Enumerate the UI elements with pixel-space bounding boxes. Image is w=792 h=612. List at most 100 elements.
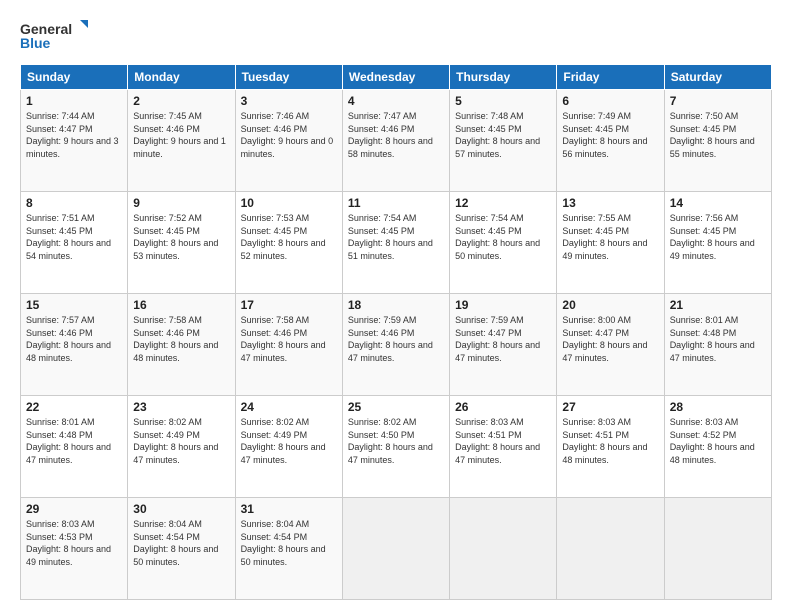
day-number: 8	[26, 196, 122, 210]
cell-info: Sunrise: 7:54 AMSunset: 4:45 PMDaylight:…	[348, 213, 433, 261]
header: General Blue	[20, 18, 772, 54]
cell-info: Sunrise: 7:58 AMSunset: 4:46 PMDaylight:…	[133, 315, 218, 363]
week-row-2: 8 Sunrise: 7:51 AMSunset: 4:45 PMDaylight…	[21, 192, 772, 294]
calendar-cell: 10 Sunrise: 7:53 AMSunset: 4:45 PMDayligh…	[235, 192, 342, 294]
calendar-cell: 22 Sunrise: 8:01 AMSunset: 4:48 PMDayligh…	[21, 396, 128, 498]
weekday-thursday: Thursday	[450, 65, 557, 90]
day-number: 15	[26, 298, 122, 312]
cell-info: Sunrise: 8:03 AMSunset: 4:51 PMDaylight:…	[455, 417, 540, 465]
calendar-cell: 14 Sunrise: 7:56 AMSunset: 4:45 PMDayligh…	[664, 192, 771, 294]
day-number: 18	[348, 298, 444, 312]
weekday-saturday: Saturday	[664, 65, 771, 90]
weekday-header-row: SundayMondayTuesdayWednesdayThursdayFrid…	[21, 65, 772, 90]
weekday-friday: Friday	[557, 65, 664, 90]
day-number: 24	[241, 400, 337, 414]
day-number: 23	[133, 400, 229, 414]
day-number: 25	[348, 400, 444, 414]
calendar-cell: 6 Sunrise: 7:49 AMSunset: 4:45 PMDaylight…	[557, 90, 664, 192]
calendar-cell: 28Sunrise: 8:03 AMSunset: 4:52 PMDayligh…	[664, 396, 771, 498]
cell-info: Sunrise: 8:04 AMSunset: 4:54 PMDaylight:…	[241, 519, 326, 567]
calendar-cell: 4Sunrise: 7:47 AMSunset: 4:46 PMDaylight…	[342, 90, 449, 192]
calendar-cell: 8 Sunrise: 7:51 AMSunset: 4:45 PMDaylight…	[21, 192, 128, 294]
cell-info: Sunrise: 7:55 AMSunset: 4:45 PMDaylight:…	[562, 213, 647, 261]
cell-info: Sunrise: 7:45 AMSunset: 4:46 PMDaylight:…	[133, 111, 226, 159]
calendar-cell: 5 Sunrise: 7:48 AMSunset: 4:45 PMDaylight…	[450, 90, 557, 192]
weekday-monday: Monday	[128, 65, 235, 90]
calendar-cell	[342, 498, 449, 600]
calendar-cell: 19Sunrise: 7:59 AMSunset: 4:47 PMDayligh…	[450, 294, 557, 396]
day-number: 20	[562, 298, 658, 312]
week-row-5: 29 Sunrise: 8:03 AMSunset: 4:53 PMDayligh…	[21, 498, 772, 600]
calendar-cell: 29 Sunrise: 8:03 AMSunset: 4:53 PMDayligh…	[21, 498, 128, 600]
calendar-cell	[664, 498, 771, 600]
cell-info: Sunrise: 7:50 AMSunset: 4:45 PMDaylight:…	[670, 111, 755, 159]
day-number: 9	[133, 196, 229, 210]
week-row-4: 22 Sunrise: 8:01 AMSunset: 4:48 PMDayligh…	[21, 396, 772, 498]
cell-info: Sunrise: 7:47 AMSunset: 4:46 PMDaylight:…	[348, 111, 433, 159]
day-number: 26	[455, 400, 551, 414]
logo: General Blue	[20, 18, 90, 54]
calendar-cell: 27Sunrise: 8:03 AMSunset: 4:51 PMDayligh…	[557, 396, 664, 498]
weekday-wednesday: Wednesday	[342, 65, 449, 90]
calendar-cell: 30 Sunrise: 8:04 AMSunset: 4:54 PMDayligh…	[128, 498, 235, 600]
cell-info: Sunrise: 7:54 AMSunset: 4:45 PMDaylight:…	[455, 213, 540, 261]
calendar-cell: 20 Sunrise: 8:00 AMSunset: 4:47 PMDayligh…	[557, 294, 664, 396]
cell-info: Sunrise: 8:00 AMSunset: 4:47 PMDaylight:…	[562, 315, 647, 363]
day-number: 3	[241, 94, 337, 108]
calendar-cell	[557, 498, 664, 600]
cell-info: Sunrise: 7:46 AMSunset: 4:46 PMDaylight:…	[241, 111, 334, 159]
day-number: 29	[26, 502, 122, 516]
day-number: 12	[455, 196, 551, 210]
cell-info: Sunrise: 7:57 AMSunset: 4:46 PMDaylight:…	[26, 315, 111, 363]
day-number: 1	[26, 94, 122, 108]
calendar-cell: 23 Sunrise: 8:02 AMSunset: 4:49 PMDayligh…	[128, 396, 235, 498]
calendar-cell: 15 Sunrise: 7:57 AMSunset: 4:46 PMDayligh…	[21, 294, 128, 396]
cell-info: Sunrise: 8:01 AMSunset: 4:48 PMDaylight:…	[26, 417, 111, 465]
day-number: 14	[670, 196, 766, 210]
page: General Blue SundayMondayTuesdayWednesda…	[0, 0, 792, 612]
day-number: 6	[562, 94, 658, 108]
calendar-cell: 7 Sunrise: 7:50 AMSunset: 4:45 PMDaylight…	[664, 90, 771, 192]
cell-info: Sunrise: 8:02 AMSunset: 4:50 PMDaylight:…	[348, 417, 433, 465]
day-number: 22	[26, 400, 122, 414]
cell-info: Sunrise: 7:44 AMSunset: 4:47 PMDaylight:…	[26, 111, 119, 159]
weekday-sunday: Sunday	[21, 65, 128, 90]
cell-info: Sunrise: 8:04 AMSunset: 4:54 PMDaylight:…	[133, 519, 218, 567]
week-row-3: 15 Sunrise: 7:57 AMSunset: 4:46 PMDayligh…	[21, 294, 772, 396]
calendar-cell	[450, 498, 557, 600]
day-number: 30	[133, 502, 229, 516]
day-number: 16	[133, 298, 229, 312]
day-number: 10	[241, 196, 337, 210]
svg-text:Blue: Blue	[20, 35, 51, 51]
cell-info: Sunrise: 8:03 AMSunset: 4:52 PMDaylight:…	[670, 417, 755, 465]
day-number: 13	[562, 196, 658, 210]
calendar-cell: 3 Sunrise: 7:46 AMSunset: 4:46 PMDaylight…	[235, 90, 342, 192]
day-number: 7	[670, 94, 766, 108]
day-number: 31	[241, 502, 337, 516]
calendar-cell: 24 Sunrise: 8:02 AMSunset: 4:49 PMDayligh…	[235, 396, 342, 498]
calendar-cell: 2 Sunrise: 7:45 AMSunset: 4:46 PMDaylight…	[128, 90, 235, 192]
cell-info: Sunrise: 7:49 AMSunset: 4:45 PMDaylight:…	[562, 111, 647, 159]
cell-info: Sunrise: 7:58 AMSunset: 4:46 PMDaylight:…	[241, 315, 326, 363]
day-number: 11	[348, 196, 444, 210]
calendar-cell: 9Sunrise: 7:52 AMSunset: 4:45 PMDaylight…	[128, 192, 235, 294]
calendar-cell: 12 Sunrise: 7:54 AMSunset: 4:45 PMDayligh…	[450, 192, 557, 294]
cell-info: Sunrise: 8:02 AMSunset: 4:49 PMDaylight:…	[241, 417, 326, 465]
calendar-cell: 26 Sunrise: 8:03 AMSunset: 4:51 PMDayligh…	[450, 396, 557, 498]
day-number: 17	[241, 298, 337, 312]
calendar-table: SundayMondayTuesdayWednesdayThursdayFrid…	[20, 64, 772, 600]
cell-info: Sunrise: 7:56 AMSunset: 4:45 PMDaylight:…	[670, 213, 755, 261]
cell-info: Sunrise: 8:01 AMSunset: 4:48 PMDaylight:…	[670, 315, 755, 363]
cell-info: Sunrise: 7:48 AMSunset: 4:45 PMDaylight:…	[455, 111, 540, 159]
cell-info: Sunrise: 8:03 AMSunset: 4:53 PMDaylight:…	[26, 519, 111, 567]
cell-info: Sunrise: 7:51 AMSunset: 4:45 PMDaylight:…	[26, 213, 111, 261]
logo-svg: General Blue	[20, 18, 90, 54]
calendar-cell: 25 Sunrise: 8:02 AMSunset: 4:50 PMDayligh…	[342, 396, 449, 498]
day-number: 2	[133, 94, 229, 108]
cell-info: Sunrise: 7:53 AMSunset: 4:45 PMDaylight:…	[241, 213, 326, 261]
calendar-cell: 21Sunrise: 8:01 AMSunset: 4:48 PMDayligh…	[664, 294, 771, 396]
calendar-cell: 1 Sunrise: 7:44 AMSunset: 4:47 PMDaylight…	[21, 90, 128, 192]
day-number: 5	[455, 94, 551, 108]
weekday-tuesday: Tuesday	[235, 65, 342, 90]
cell-info: Sunrise: 8:02 AMSunset: 4:49 PMDaylight:…	[133, 417, 218, 465]
